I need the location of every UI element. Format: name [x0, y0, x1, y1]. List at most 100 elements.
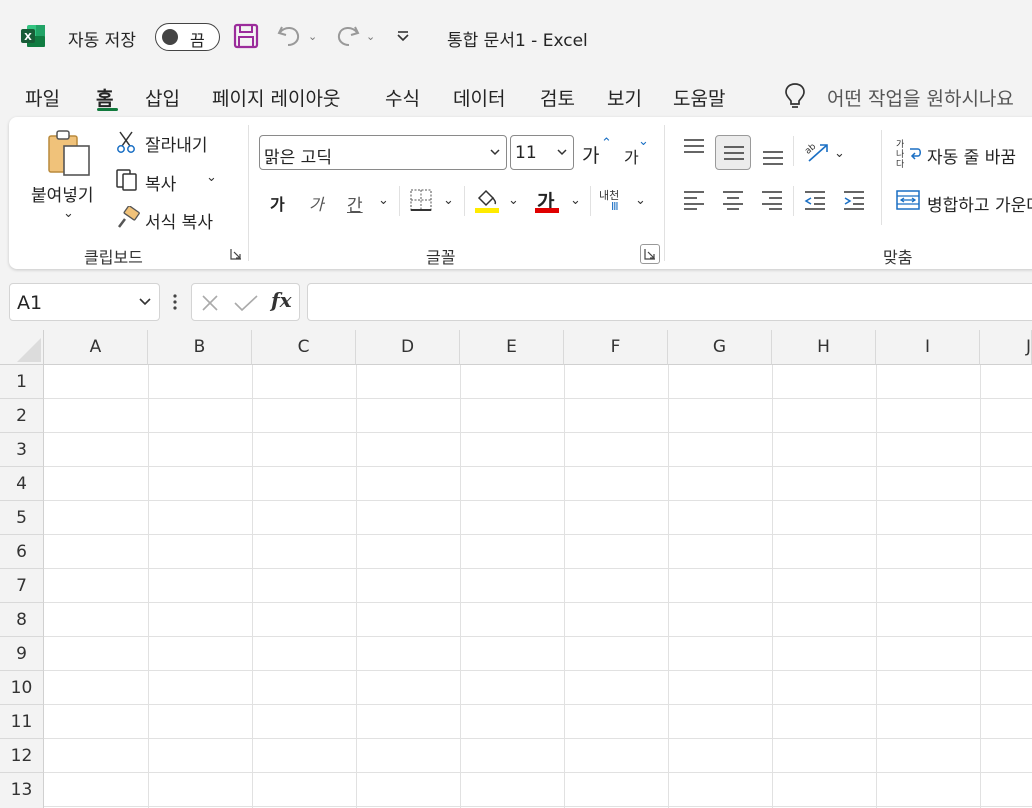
column-header-d[interactable]: D — [356, 330, 460, 365]
cancel-entry-icon[interactable] — [200, 293, 220, 313]
phonetic-dropdown-chevron-icon[interactable]: ⌄ — [635, 193, 646, 208]
phonetic-guide-icon: Ⅲ — [611, 200, 619, 213]
name-box-value: A1 — [17, 292, 43, 314]
row-header-13[interactable]: 13 — [0, 773, 44, 808]
menu-data[interactable]: 데이터 — [453, 84, 505, 111]
spreadsheet-grid[interactable]: A B C D E F G H I J 1 2 3 4 5 6 7 8 9 10… — [0, 330, 1032, 808]
row-header-4[interactable]: 4 — [0, 467, 44, 501]
row-header-9[interactable]: 9 — [0, 637, 44, 671]
paste-label[interactable]: 붙여넣기 — [31, 181, 94, 206]
clipboard-dialog-launcher-icon[interactable] — [230, 248, 242, 260]
save-icon[interactable] — [233, 23, 259, 49]
undo-icon[interactable] — [276, 23, 304, 49]
shrink-font-button[interactable]: 가 — [624, 144, 639, 168]
menu-page-layout[interactable]: 페이지 레이아웃 — [212, 84, 340, 111]
wrap-text-icon[interactable]: 가나다 — [896, 140, 922, 170]
font-name-combo[interactable]: 맑은 고딕 — [259, 135, 507, 170]
align-center-icon[interactable] — [721, 189, 745, 211]
align-left-icon[interactable] — [682, 189, 706, 211]
scissors-icon[interactable] — [116, 130, 136, 154]
cut-label[interactable]: 잘라내기 — [145, 131, 208, 156]
font-size-combo[interactable]: 11 — [510, 135, 574, 170]
menu-insert[interactable]: 삽입 — [145, 84, 180, 111]
align-middle-icon — [724, 146, 744, 160]
column-header-a[interactable]: A — [44, 330, 148, 365]
autosave-toggle[interactable]: 끔 — [155, 23, 220, 51]
column-header-j[interactable]: J — [980, 330, 1032, 365]
redo-dropdown-chevron-icon[interactable]: ⌄ — [366, 30, 375, 43]
column-header-i[interactable]: I — [876, 330, 980, 365]
align-separator — [793, 186, 794, 216]
menu-help[interactable]: 도움말 — [673, 84, 725, 111]
lightbulb-icon[interactable] — [784, 82, 806, 110]
row-header-12[interactable]: 12 — [0, 739, 44, 773]
tell-me-search[interactable]: 어떤 작업을 원하시나요 — [827, 84, 1014, 111]
paste-icon[interactable] — [46, 128, 92, 178]
grow-font-arrow-icon: ⌃ — [601, 136, 612, 151]
name-box[interactable]: A1 — [9, 283, 160, 321]
name-box-chevron-icon[interactable] — [138, 297, 152, 307]
menu-review[interactable]: 검토 — [540, 84, 575, 111]
copy-label[interactable]: 복사 — [145, 170, 176, 195]
fill-color-dropdown-chevron-icon[interactable]: ⌄ — [508, 193, 519, 208]
select-all-corner[interactable] — [0, 330, 44, 365]
column-header-c[interactable]: C — [252, 330, 356, 365]
font-dialog-launcher-button[interactable] — [640, 244, 660, 264]
more-options-icon[interactable] — [172, 292, 178, 312]
align-bottom-icon[interactable] — [761, 146, 785, 168]
align-top-icon[interactable] — [682, 138, 706, 158]
font-name-value: 맑은 고딕 — [264, 148, 332, 168]
active-tab-indicator — [97, 108, 118, 111]
formula-input[interactable] — [307, 283, 1032, 321]
column-header-b[interactable]: B — [148, 330, 252, 365]
insert-function-button[interactable]: fx — [271, 288, 292, 312]
column-header-f[interactable]: F — [564, 330, 668, 365]
orientation-dropdown-chevron-icon[interactable]: ⌄ — [834, 146, 845, 161]
font-separator — [399, 186, 400, 216]
column-header-h[interactable]: H — [772, 330, 876, 365]
row-header-7[interactable]: 7 — [0, 569, 44, 603]
menu-file[interactable]: 파일 — [25, 84, 60, 111]
merge-center-icon[interactable] — [896, 189, 920, 211]
align-right-icon[interactable] — [760, 189, 784, 211]
row-header-3[interactable]: 3 — [0, 433, 44, 467]
font-dialog-launcher-icon — [644, 249, 655, 260]
merge-center-label[interactable]: 병합하고 가운데 맞춤 — [927, 191, 1032, 216]
row-header-5[interactable]: 5 — [0, 501, 44, 535]
row-header-2[interactable]: 2 — [0, 399, 44, 433]
group-separator — [664, 125, 665, 261]
column-header-g[interactable]: G — [668, 330, 772, 365]
customize-toolbar-icon[interactable] — [396, 30, 410, 42]
menu-view[interactable]: 보기 — [607, 84, 642, 111]
redo-icon[interactable] — [333, 23, 361, 49]
row-header-1[interactable]: 1 — [0, 365, 44, 399]
italic-button[interactable]: 가 — [309, 191, 324, 215]
copy-dropdown-chevron-icon[interactable]: ⌄ — [206, 170, 217, 185]
borders-icon[interactable] — [409, 188, 433, 212]
underline-dropdown-chevron-icon[interactable]: ⌄ — [378, 193, 389, 208]
paste-dropdown-chevron-icon[interactable]: ⌄ — [63, 206, 74, 221]
orientation-icon[interactable]: ab — [803, 139, 831, 165]
row-header-10[interactable]: 10 — [0, 671, 44, 705]
align-middle-button[interactable] — [715, 135, 751, 170]
undo-dropdown-chevron-icon[interactable]: ⌄ — [308, 30, 317, 43]
bold-button[interactable]: 가 — [270, 191, 285, 215]
decrease-indent-icon[interactable] — [803, 189, 827, 211]
grow-font-button[interactable]: 가 — [582, 141, 599, 168]
menu-home[interactable]: 홈 — [96, 84, 113, 111]
font-color-dropdown-chevron-icon[interactable]: ⌄ — [570, 193, 581, 208]
row-header-6[interactable]: 6 — [0, 535, 44, 569]
row-header-11[interactable]: 11 — [0, 705, 44, 739]
increase-indent-icon[interactable] — [842, 189, 866, 211]
format-painter-label[interactable]: 서식 복사 — [145, 208, 213, 233]
confirm-entry-icon[interactable] — [233, 293, 259, 313]
copy-icon[interactable] — [115, 168, 139, 192]
row-header-8[interactable]: 8 — [0, 603, 44, 637]
format-painter-icon[interactable] — [115, 206, 141, 230]
column-header-e[interactable]: E — [460, 330, 564, 365]
menu-formulas[interactable]: 수식 — [385, 84, 420, 111]
wrap-text-label[interactable]: 자동 줄 바꿈 — [927, 143, 1016, 168]
fill-color-icon[interactable] — [474, 186, 500, 214]
underline-button[interactable]: 간 — [347, 191, 363, 216]
borders-dropdown-chevron-icon[interactable]: ⌄ — [443, 193, 454, 208]
